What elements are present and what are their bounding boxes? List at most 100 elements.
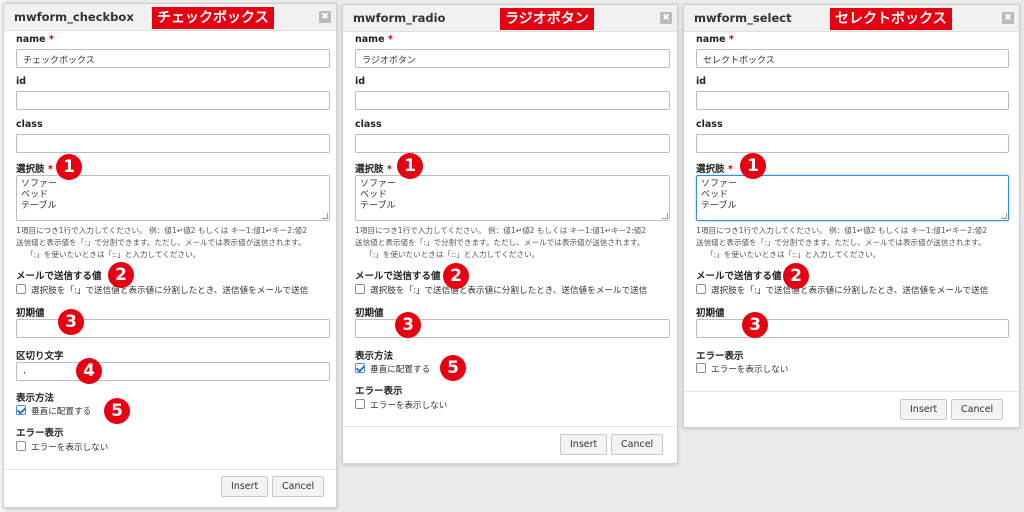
id-input[interactable] [696, 91, 1009, 110]
choice-line: ベッド [360, 190, 388, 200]
radio-dialog: mwform_radio ✖ ラジオボタン name * ラジオボタン id c… [342, 4, 678, 464]
close-icon[interactable]: ✖ [319, 11, 331, 23]
marker-1: 1 [397, 153, 423, 179]
checkmark-icon [355, 363, 365, 373]
choices-textarea[interactable]: ソファー ベッド テーブル [16, 175, 330, 221]
display-method-label: 表示方法 [16, 393, 55, 404]
class-input[interactable] [355, 134, 670, 153]
required-mark: * [387, 34, 393, 45]
checkbox-icon [696, 284, 706, 294]
class-label: class [696, 119, 723, 130]
required-mark: * [47, 164, 53, 175]
dialog-title: mwform_radio [353, 11, 446, 25]
delimiter-label: 区切り文字 [16, 351, 64, 362]
initial-value-label: 初期値 [16, 308, 45, 319]
error-display-label: エラー表示 [355, 386, 403, 397]
insert-button[interactable]: Insert [900, 399, 948, 420]
choice-line: ベッド [701, 190, 729, 200]
send-value-label: メールで送信する値 [355, 271, 441, 282]
choices-textarea[interactable]: ソファー ベッド テーブル [355, 175, 670, 221]
choices-textarea[interactable]: ソファー ベッド テーブル [696, 175, 1009, 221]
cancel-button[interactable]: Cancel [951, 399, 1004, 420]
close-icon[interactable]: ✖ [660, 12, 672, 24]
marker-2: 2 [443, 263, 469, 289]
checkbox-dialog: mwform_checkbox ✖ チェックボックス name * チェックボッ… [3, 3, 337, 508]
id-label: id [16, 76, 27, 87]
hide-error-checkbox[interactable]: エラーを表示しない [355, 399, 447, 411]
dialog-title: mwform_checkbox [14, 10, 134, 24]
marker-3: 3 [395, 312, 421, 338]
name-input[interactable]: セレクトボックス [696, 49, 1009, 68]
marker-1: 1 [740, 153, 766, 179]
marker-2: 2 [108, 262, 134, 288]
insert-button[interactable]: Insert [560, 434, 608, 455]
error-display-label: エラー表示 [16, 428, 64, 439]
display-method-label: 表示方法 [355, 351, 394, 362]
annotation-label: ラジオボタン [500, 8, 594, 30]
hide-error-checkbox[interactable]: エラーを表示しない [696, 363, 788, 375]
id-label: id [696, 76, 707, 87]
resize-handle-icon[interactable] [662, 213, 668, 219]
checkbox-icon [355, 284, 365, 294]
send-value-checkbox[interactable]: 選択肢を「:」で送信値と表示値に分割したとき、送信値をメールで送信 [16, 284, 308, 296]
marker-4: 4 [76, 358, 102, 384]
class-input[interactable] [16, 134, 330, 153]
marker-2: 2 [783, 263, 809, 289]
marker-3: 3 [742, 312, 768, 338]
send-value-checkbox[interactable]: 選択肢を「:」で送信値と表示値に分割したとき、送信値をメールで送信 [696, 284, 988, 296]
name-input[interactable]: チェックボックス [16, 49, 330, 68]
checkbox-icon [16, 441, 26, 451]
choices-label: 選択肢 * [355, 164, 392, 175]
required-mark: * [48, 34, 54, 45]
select-dialog: mwform_select ✖ セレクトボックス name * セレクトボックス… [683, 4, 1020, 428]
choice-line: ベッド [21, 190, 49, 200]
vertical-checkbox[interactable]: 垂直に配置する [16, 405, 91, 417]
choice-line: ソファー [701, 179, 738, 189]
resize-handle-icon[interactable] [1001, 213, 1007, 219]
footer-divider [343, 426, 677, 427]
marker-5: 5 [104, 398, 130, 424]
hide-error-checkbox[interactable]: エラーを表示しない [16, 441, 108, 453]
choice-line: ソファー [21, 179, 58, 189]
class-label: class [16, 119, 43, 130]
checkbox-icon [16, 284, 26, 294]
class-input[interactable] [696, 134, 1009, 153]
delimiter-input[interactable]: , [16, 362, 330, 381]
choice-line: ソファー [360, 179, 397, 189]
footer-divider [4, 469, 336, 470]
send-value-checkbox[interactable]: 選択肢を「:」で送信値と表示値に分割したとき、送信値をメールで送信 [355, 284, 647, 296]
cancel-button[interactable]: Cancel [611, 434, 664, 455]
annotation-label: チェックボックス [152, 7, 274, 29]
name-input[interactable]: ラジオボタン [355, 49, 670, 68]
initial-value-label: 初期値 [696, 308, 725, 319]
cancel-button[interactable]: Cancel [272, 476, 325, 497]
choice-line: テーブル [360, 201, 396, 211]
required-mark: * [727, 164, 733, 175]
name-label: name * [16, 34, 54, 45]
class-label: class [355, 119, 382, 130]
choices-help: 1項目につき1行で入力してください。 例：値1↵値2 もしくは キー1:値1↵キ… [355, 226, 647, 259]
checkbox-icon [696, 363, 706, 373]
id-input[interactable] [16, 91, 330, 110]
vertical-checkbox[interactable]: 垂直に配置する [355, 363, 430, 375]
footer-divider [684, 391, 1019, 392]
choices-help: 1項目につき1行で入力してください。 例：値1↵値2 もしくは キー1:値1↵キ… [696, 226, 988, 259]
choices-label: 選択肢 * [16, 164, 53, 175]
marker-1: 1 [56, 154, 82, 180]
checkmark-icon [16, 405, 26, 415]
resize-handle-icon[interactable] [322, 213, 328, 219]
insert-button[interactable]: Insert [221, 476, 269, 497]
name-label: name * [696, 34, 734, 45]
marker-5: 5 [440, 355, 466, 381]
name-label: name * [355, 34, 393, 45]
send-value-label: メールで送信する値 [16, 271, 102, 282]
required-mark: * [386, 164, 392, 175]
error-display-label: エラー表示 [696, 351, 744, 362]
close-icon[interactable]: ✖ [1002, 12, 1014, 24]
dialog-title: mwform_select [694, 11, 792, 25]
id-input[interactable] [355, 91, 670, 110]
choices-label: 選択肢 * [696, 164, 733, 175]
checkbox-icon [355, 399, 365, 409]
annotation-label: セレクトボックス [830, 8, 952, 30]
required-mark: * [728, 34, 734, 45]
